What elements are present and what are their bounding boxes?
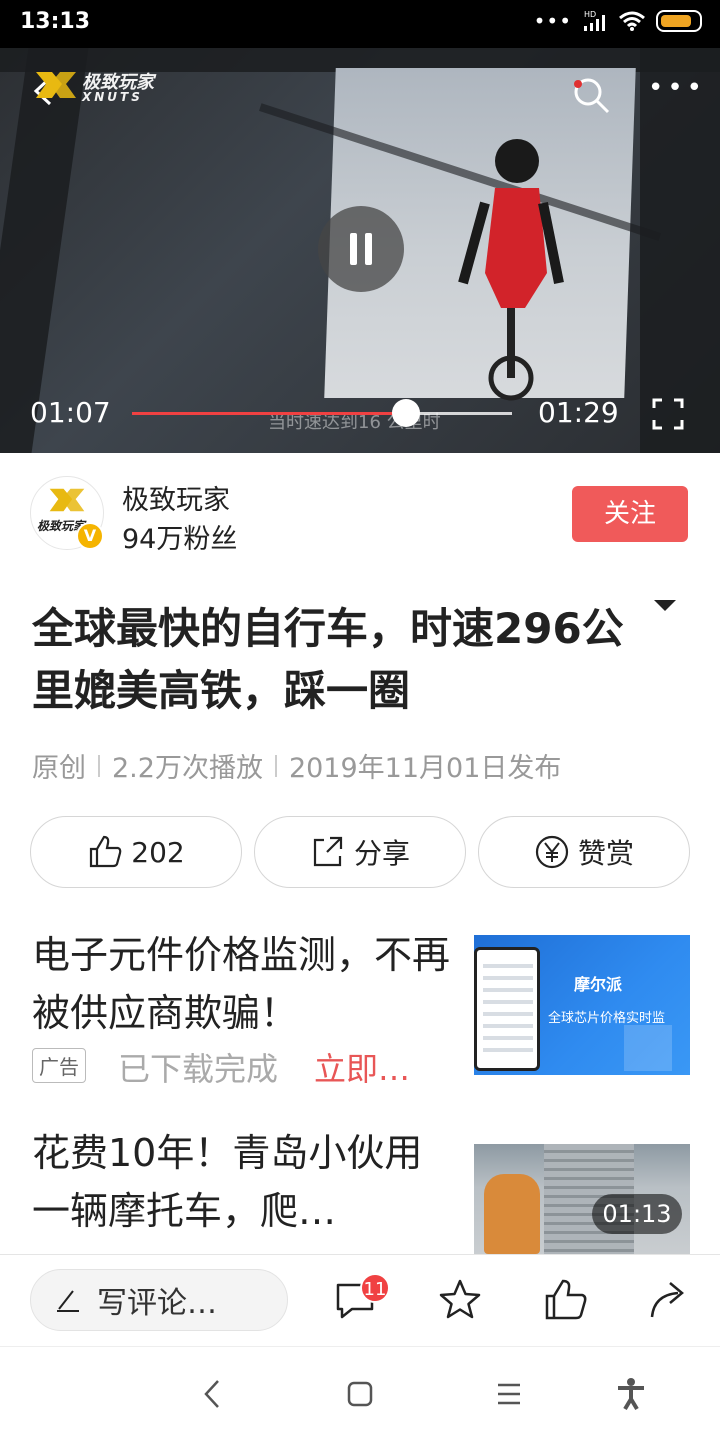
cyclist-figure: [458, 139, 564, 401]
system-nav-bar: [0, 1346, 720, 1440]
comment-bar: 写评论… 11: [0, 1254, 720, 1346]
share-icon: [313, 836, 343, 867]
meta-date: 2019年11月01日发布: [288, 753, 562, 784]
ad-tag: 广告: [32, 1048, 86, 1083]
like-count: 202: [131, 835, 185, 869]
author-fans-count: 94万粉丝: [122, 524, 238, 555]
video-brand-sub: XNUTS: [82, 90, 143, 104]
person-illustration: [484, 1174, 540, 1254]
battery-icon: [656, 10, 702, 32]
ad-thumbnail[interactable]: 摩尔派 全球芯片价格实时监: [474, 935, 690, 1075]
cube-illustration: [624, 1025, 672, 1071]
comment-placeholder: 写评论…: [97, 1286, 217, 1321]
feed-item-title[interactable]: 花费10年！青岛小伙用一辆摩托车，爬…: [32, 1124, 452, 1240]
reward-button[interactable]: 赞赏: [478, 816, 690, 888]
status-time: 13:13: [20, 9, 91, 34]
author-name[interactable]: 极致玩家: [122, 478, 230, 517]
comment-input[interactable]: 写评论…: [30, 1269, 288, 1331]
reward-label: 赞赏: [577, 837, 634, 870]
brand-logo-icon: [36, 72, 76, 98]
comment-count-badge: 11: [360, 1273, 390, 1303]
nav-back-icon[interactable]: [196, 1377, 230, 1411]
video-frame-beam: [640, 48, 720, 453]
ad-thumb-brand: 摩尔派: [574, 975, 623, 994]
phone-illustration: [474, 947, 540, 1071]
nav-menu-icon[interactable]: [492, 1377, 526, 1411]
star-icon[interactable]: [437, 1277, 483, 1323]
feed-item-title[interactable]: 电子元件价格监测，不再被供应商欺骗！: [32, 926, 452, 1042]
share-button[interactable]: 分享: [254, 816, 466, 888]
pen-icon: [57, 1290, 79, 1312]
video-frame-beam: [0, 48, 89, 453]
progress-thumb[interactable]: [391, 399, 420, 427]
search-icon[interactable]: [570, 74, 612, 116]
thumbs-up-icon: [90, 835, 122, 868]
thumbs-up-icon[interactable]: [542, 1277, 588, 1323]
share-label: 分享: [353, 837, 410, 870]
forward-share-icon[interactable]: [646, 1277, 692, 1323]
wifi-icon: [619, 11, 645, 31]
brand-logo-icon: [49, 488, 85, 512]
meta-divider: [274, 754, 277, 777]
more-options-icon[interactable]: •••: [648, 75, 702, 108]
accessibility-icon[interactable]: [614, 1377, 648, 1411]
status-icons: ••• HD: [534, 10, 702, 32]
video-duration-badge: 01:13: [592, 1194, 682, 1234]
current-time: 01:07: [30, 396, 111, 429]
meta-plays: 2.2万次播放: [112, 753, 263, 784]
video-progress-bar[interactable]: [132, 399, 512, 427]
svg-text:HD: HD: [584, 10, 596, 19]
meta-divider: [98, 754, 100, 777]
ad-cta-link[interactable]: 立即…: [314, 1044, 410, 1090]
more-notifications-icon: •••: [533, 9, 572, 33]
video-player[interactable]: 极致玩家 XNUTS ••• 当时速达到16 公里时 01:07 01:29: [0, 48, 720, 453]
verified-badge-icon: V: [76, 522, 104, 550]
pause-button[interactable]: [318, 206, 404, 292]
signal-icon: HD: [584, 10, 605, 31]
like-button[interactable]: 202: [30, 816, 242, 888]
expand-caret-icon[interactable]: [654, 600, 676, 611]
ad-download-status: 已下载完成: [118, 1050, 279, 1088]
progress-played: [132, 412, 406, 415]
fullscreen-icon[interactable]: [652, 398, 684, 430]
meta-original: 原创: [32, 753, 86, 784]
article-meta: 原创 2.2万次播放 2019年11月01日发布: [32, 746, 561, 785]
ad-thumb-slogan: 全球芯片价格实时监: [548, 1011, 666, 1026]
article-title: 全球最快的自行车，时速296公里媲美高铁，踩一圈: [32, 604, 624, 715]
video-duration: 01:29: [538, 396, 619, 429]
nav-home-icon[interactable]: [343, 1377, 377, 1411]
yen-coin-icon: [535, 835, 569, 869]
status-bar: 13:13 ••• HD: [0, 0, 720, 48]
follow-button[interactable]: 关注: [572, 486, 688, 542]
